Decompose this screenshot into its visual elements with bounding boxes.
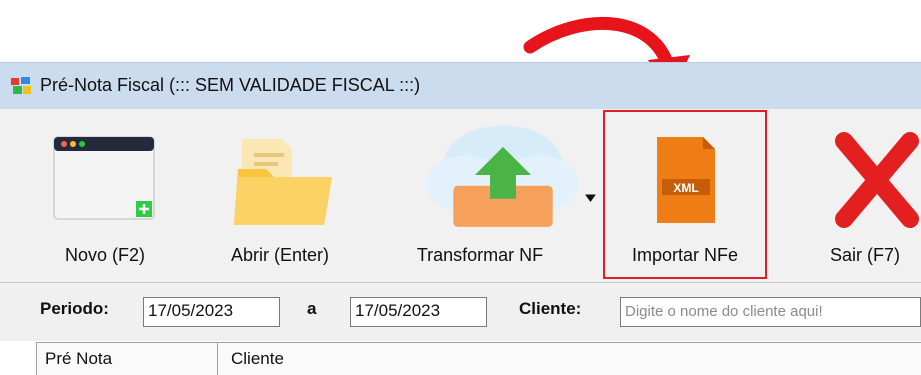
title-bar: Pré-Nota Fiscal (::: SEM VALIDADE FISCAL…	[0, 62, 921, 109]
new-window-icon	[53, 136, 155, 220]
periodo-label: Periodo:	[40, 299, 109, 318]
close-icon	[835, 132, 919, 228]
window-title: Pré-Nota Fiscal (::: SEM VALIDADE FISCAL…	[40, 75, 421, 95]
folder-icon	[234, 139, 332, 225]
cliente-label: Cliente:	[519, 299, 582, 318]
grid-header: Pré Nota Cliente	[36, 342, 921, 375]
date-to-input[interactable]: 17/05/2023	[350, 297, 487, 327]
app-icon	[11, 77, 31, 94]
column-separator[interactable]	[217, 343, 218, 375]
column-header-cliente[interactable]: Cliente	[231, 349, 284, 369]
client-search-input[interactable]: Digite o nome do cliente aqui!	[620, 297, 921, 327]
filter-bar: Periodo: 17/05/2023 a 17/05/2023 Cliente…	[0, 283, 921, 340]
cloud-upload-icon	[425, 125, 596, 227]
exit-button-label: Sair (F7)	[830, 245, 901, 265]
transform-nf-button-label: Transformar NF	[416, 245, 544, 265]
open-button-label: Abrir (Enter)	[230, 245, 329, 265]
date-separator: a	[307, 299, 317, 318]
column-header-pre-nota[interactable]: Pré Nota	[45, 349, 112, 369]
highlight-box	[603, 110, 767, 279]
date-from-input[interactable]: 17/05/2023	[143, 297, 280, 327]
new-button-label: Novo (F2)	[64, 245, 145, 265]
